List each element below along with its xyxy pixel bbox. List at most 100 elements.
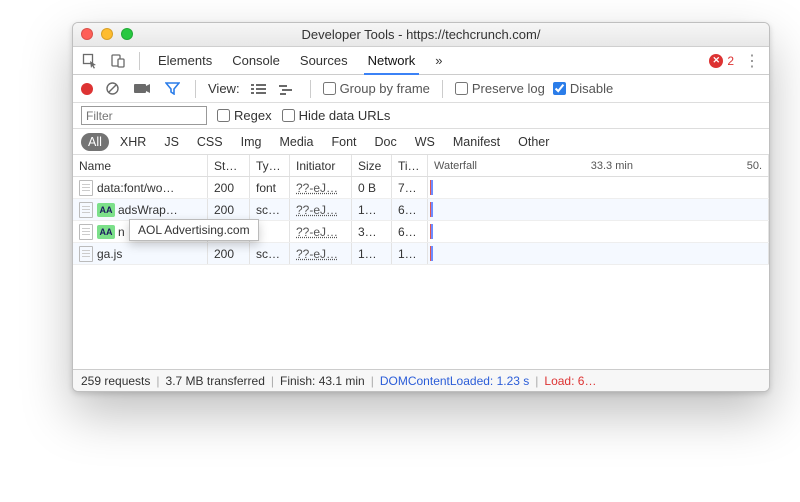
titlebar: Developer Tools - https://techcrunch.com… [73,23,769,47]
cell-name: adsWrap… [118,203,178,217]
hide-data-urls-checkbox[interactable]: Hide data URLs [282,108,391,123]
close-button[interactable] [81,28,93,40]
table-row[interactable]: data:font/wo… 200 font ??-eJ… 0 B 7… [73,177,769,199]
cell-status: 200 [208,243,250,264]
cell-waterfall [428,221,769,242]
disable-cache-checkbox[interactable]: Disable [553,81,613,96]
waterfall-tick-right: 50. [747,160,762,172]
filter-input[interactable] [81,106,207,125]
ad-badge-icon: AA [97,225,115,239]
type-xhr[interactable]: XHR [113,133,153,151]
type-all[interactable]: All [81,133,109,151]
cell-size: 0 B [352,177,392,198]
table-body: data:font/wo… 200 font ??-eJ… 0 B 7… AAa… [73,177,769,265]
cell-size: 1… [352,199,392,220]
col-type[interactable]: Ty… [250,155,290,176]
file-icon [79,180,93,196]
maximize-button[interactable] [121,28,133,40]
type-js[interactable]: JS [157,133,186,151]
cell-type: font [250,177,290,198]
type-font[interactable]: Font [325,133,364,151]
cell-initiator[interactable]: ??-eJ… [296,181,338,195]
cell-waterfall [428,199,769,220]
cell-name: ga.js [97,247,122,261]
cell-type: sc… [250,243,290,264]
col-time[interactable]: Ti… [392,155,428,176]
type-manifest[interactable]: Manifest [446,133,507,151]
inspect-icon[interactable] [79,50,101,72]
cell-waterfall [428,243,769,264]
status-finish: Finish: 43.1 min [280,374,365,388]
cell-time: 6… [392,199,428,220]
error-count: 2 [727,54,734,68]
cell-waterfall [428,177,769,198]
table-header: Name St… Ty… Initiator Size Ti… Waterfal… [73,155,769,177]
cell-time: 6… [392,221,428,242]
waterfall-tick-mid: 33.3 min [591,160,633,172]
waterfall-label: Waterfall [434,160,477,172]
filter-icon[interactable] [161,78,183,100]
cell-initiator[interactable]: ??-eJ… [296,225,338,239]
tooltip: AOL Advertising.com [129,219,259,241]
status-bar: 259 requests | 3.7 MB transferred | Fini… [73,369,769,391]
window-controls [81,28,133,40]
error-badge[interactable]: ✕ 2 [709,54,734,68]
tab-network[interactable]: Network [360,47,424,74]
cell-time: 7… [392,177,428,198]
cell-size: 1… [352,243,392,264]
type-css[interactable]: CSS [190,133,230,151]
file-icon [79,202,93,218]
type-other[interactable]: Other [511,133,556,151]
col-size[interactable]: Size [352,155,392,176]
record-button[interactable] [81,83,93,95]
minimize-button[interactable] [101,28,113,40]
hide-data-urls-label: Hide data URLs [299,108,391,123]
screenshot-icon[interactable] [131,78,153,100]
type-img[interactable]: Img [234,133,269,151]
type-doc[interactable]: Doc [368,133,404,151]
table-row[interactable]: AAadsWrap… 200 sc… ??-eJ… 1… 6… [73,199,769,221]
col-status[interactable]: St… [208,155,250,176]
device-toolbar-icon[interactable] [107,50,129,72]
regex-label: Regex [234,108,272,123]
tab-elements[interactable]: Elements [150,47,220,74]
file-icon [79,224,93,240]
tabs-overflow[interactable]: » [427,47,450,74]
status-domcontentloaded: DOMContentLoaded: 1.23 s [380,374,529,388]
file-icon [79,246,93,262]
regex-checkbox[interactable]: Regex [217,108,272,123]
ad-badge-icon: AA [97,203,115,217]
table-row[interactable]: AAn ??-eJ… 3… 6… AOL Advertising.com [73,221,769,243]
col-name[interactable]: Name [73,155,208,176]
overview-icon[interactable] [276,78,298,100]
panel-tabs: Elements Console Sources Network » ✕ 2 ⋮ [73,47,769,75]
col-initiator[interactable]: Initiator [290,155,352,176]
table-row[interactable]: ga.js 200 sc… ??-eJ… 1… 1… [73,243,769,265]
cell-initiator[interactable]: ??-eJ… [296,247,338,261]
devtools-window: Developer Tools - https://techcrunch.com… [72,22,770,392]
tab-console[interactable]: Console [224,47,288,74]
large-rows-icon[interactable] [248,78,270,100]
preserve-log-checkbox[interactable]: Preserve log [455,81,545,96]
cell-type: sc… [250,199,290,220]
group-by-frame-checkbox[interactable]: Group by frame [323,81,430,96]
disable-cache-label: Disable [570,81,613,96]
cell-name: n [118,225,125,239]
group-by-frame-label: Group by frame [340,81,430,96]
window-title: Developer Tools - https://techcrunch.com… [73,27,769,42]
error-icon: ✕ [709,54,723,68]
tab-sources[interactable]: Sources [292,47,356,74]
preserve-log-label: Preserve log [472,81,545,96]
col-waterfall[interactable]: Waterfall 33.3 min 50. [428,155,769,176]
status-transferred: 3.7 MB transferred [166,374,265,388]
type-ws[interactable]: WS [408,133,442,151]
cell-name: data:font/wo… [97,181,174,195]
settings-kebab-icon[interactable]: ⋮ [740,51,763,71]
cell-initiator[interactable]: ??-eJ… [296,203,338,217]
status-requests: 259 requests [81,374,150,388]
type-media[interactable]: Media [272,133,320,151]
cell-time: 1… [392,243,428,264]
cell-status: 200 [208,199,250,220]
clear-button[interactable] [101,78,123,100]
cell-size: 3… [352,221,392,242]
